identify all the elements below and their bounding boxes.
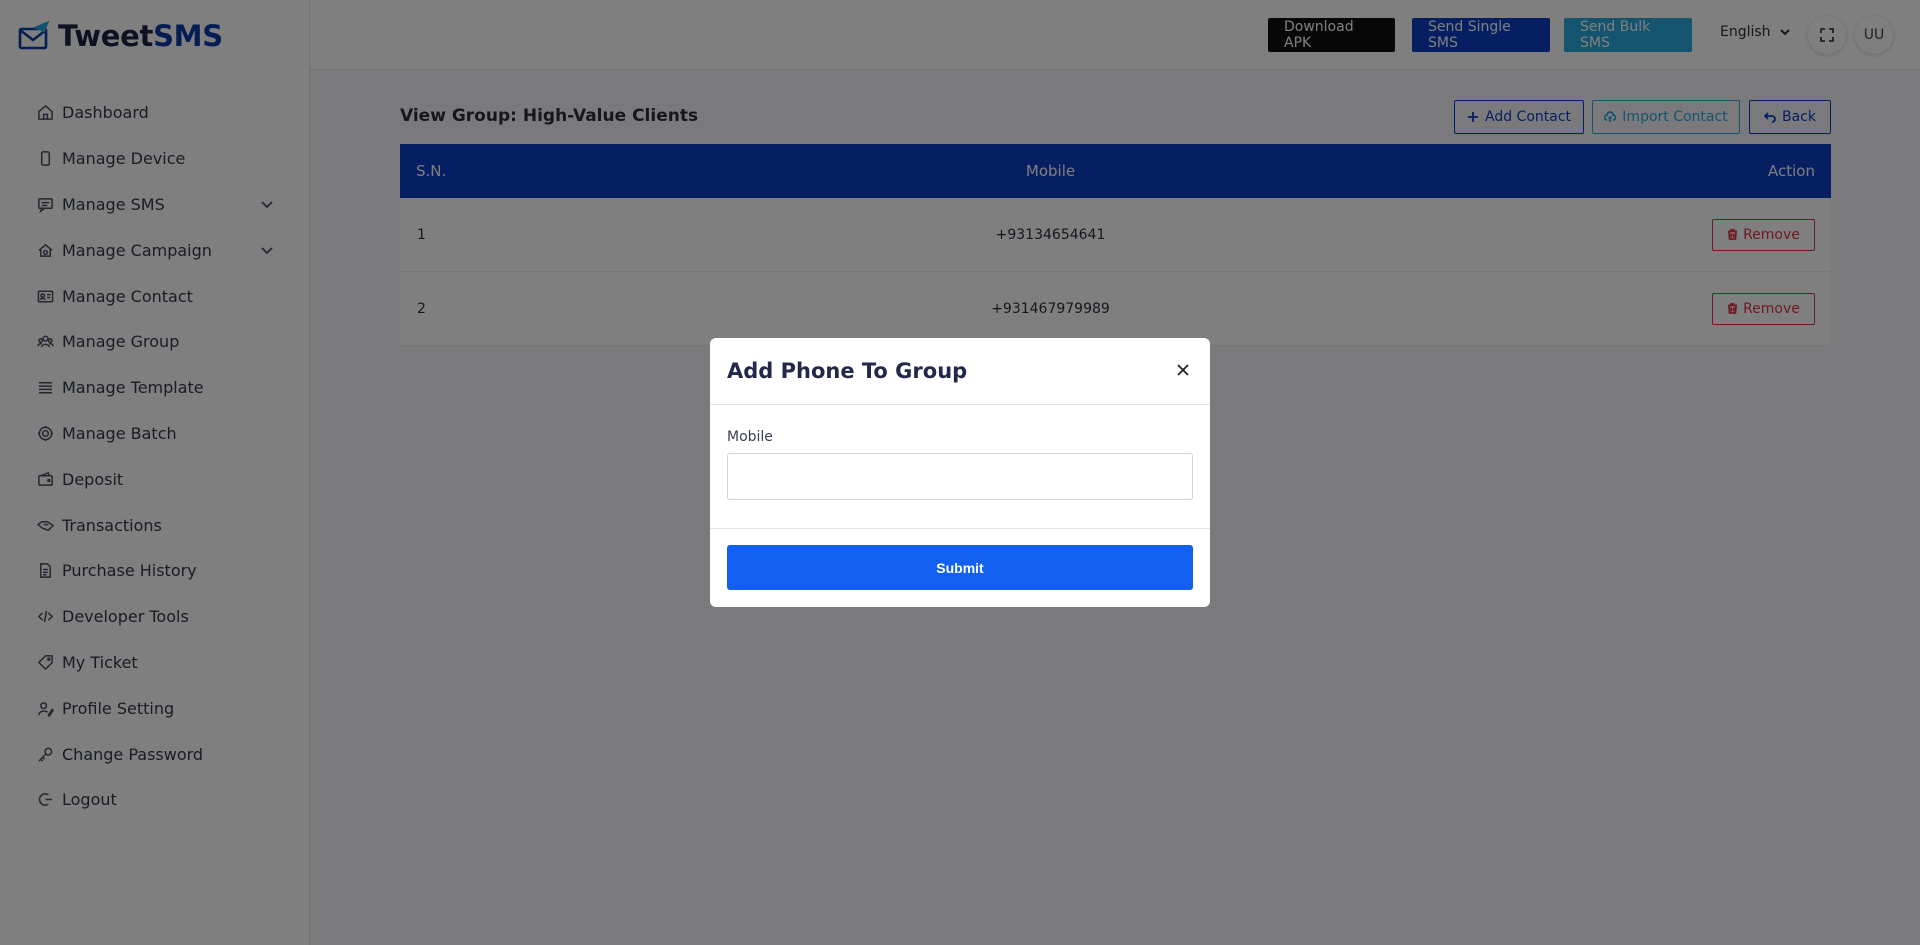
modal-body: Mobile xyxy=(710,405,1210,529)
submit-button[interactable]: Submit xyxy=(727,545,1193,590)
modal-title: Add Phone To Group xyxy=(727,359,968,383)
mobile-input[interactable] xyxy=(727,453,1193,500)
modal-footer: Submit xyxy=(710,529,1210,606)
mobile-label: Mobile xyxy=(727,429,773,445)
close-button[interactable] xyxy=(1176,362,1192,378)
add-phone-modal: Add Phone To Group Mobile Submit xyxy=(710,338,1210,607)
close-icon xyxy=(1177,364,1189,376)
modal-header: Add Phone To Group xyxy=(710,338,1210,405)
